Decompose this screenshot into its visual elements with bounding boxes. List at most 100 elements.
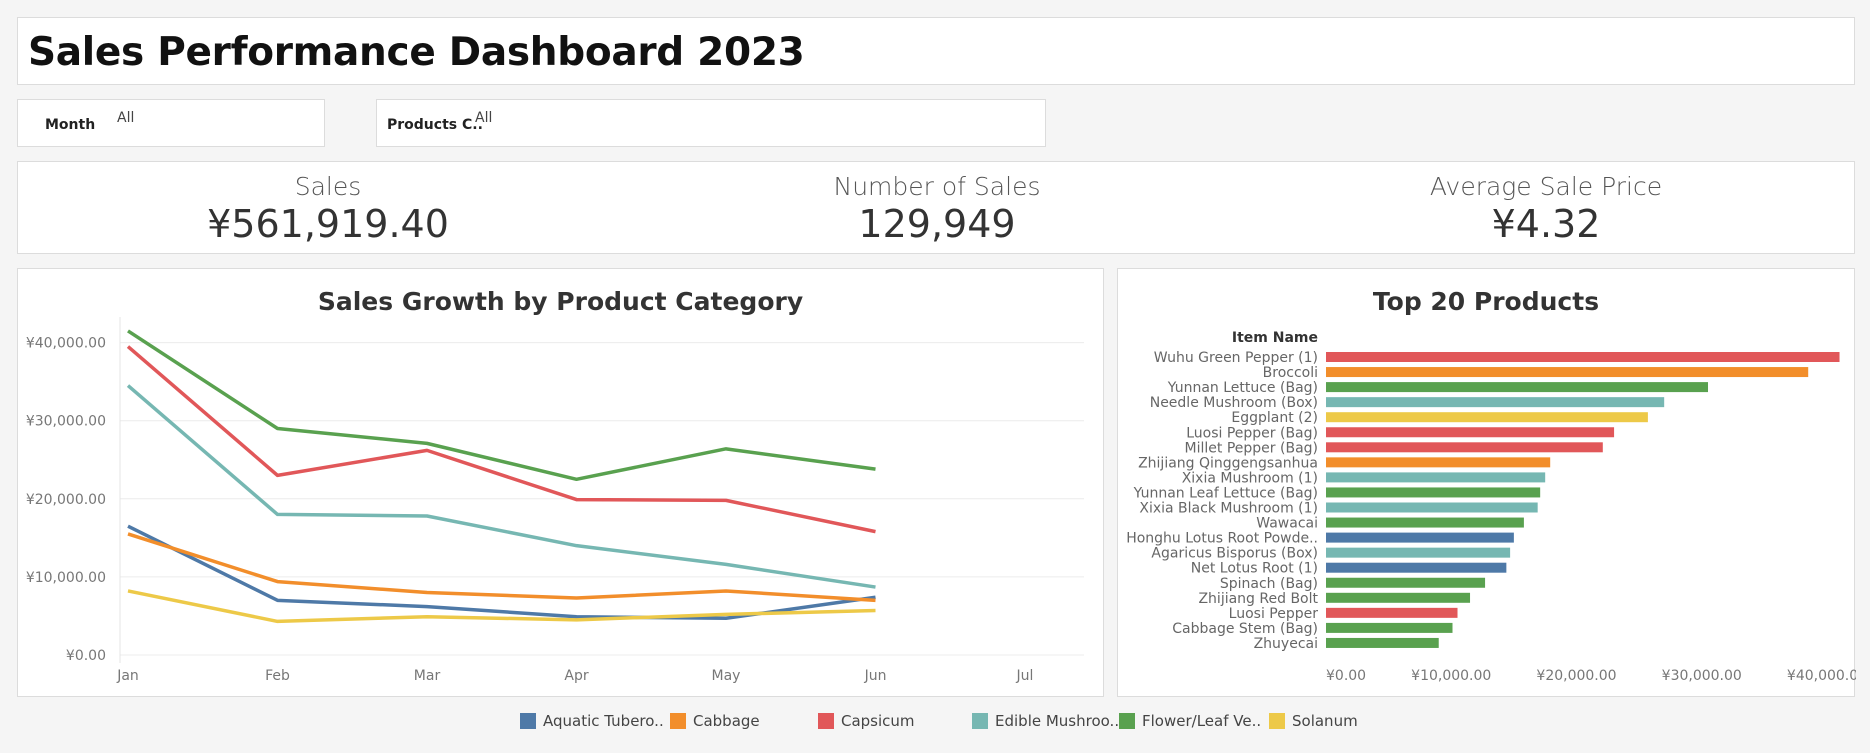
bar-category-label: Zhuyecai xyxy=(1254,636,1318,652)
x-tick-label: May xyxy=(712,668,741,684)
kpi-count: Number of Sales 129,949 xyxy=(727,172,1147,246)
legend-label: Capsicum xyxy=(841,712,915,730)
bar[interactable] xyxy=(1326,592,1471,603)
legend-label: Aquatic Tubero.. xyxy=(543,712,664,730)
legend-swatch xyxy=(1269,713,1285,729)
bar[interactable] xyxy=(1326,382,1709,393)
bar[interactable] xyxy=(1326,427,1615,438)
bar[interactable] xyxy=(1326,637,1439,648)
x-tick-label: Jan xyxy=(116,668,139,684)
bar[interactable] xyxy=(1326,487,1541,498)
x-tick-label: Jul xyxy=(1016,668,1034,684)
bar-category-label: Zhijiang Red Bolt xyxy=(1198,591,1318,607)
products-filter-value[interactable]: All xyxy=(475,110,492,126)
legend-swatch xyxy=(520,713,536,729)
x-tick-label: ¥30,000.00 xyxy=(1662,668,1742,684)
legend-item[interactable]: Solanum xyxy=(1269,712,1358,730)
bar-category-label: Millet Pepper (Bag) xyxy=(1185,440,1318,456)
kpi-avg: Average Sale Price ¥4.32 xyxy=(1336,172,1756,246)
bar[interactable] xyxy=(1326,367,1809,378)
bar-category-label: Agaricus Bisporus (Box) xyxy=(1151,546,1318,562)
bar-category-label: Luosi Pepper (Bag) xyxy=(1186,425,1318,441)
bar-category-label: Spinach (Bag) xyxy=(1220,576,1318,592)
bar[interactable] xyxy=(1326,607,1458,618)
legend-label: Flower/Leaf Ve.. xyxy=(1142,712,1262,730)
bar[interactable] xyxy=(1326,502,1538,513)
bar[interactable] xyxy=(1326,577,1486,588)
bar-chart-panel: Top 20 Products Item Name ¥0.00 ¥10,000.00… xyxy=(1117,268,1856,698)
x-tick-label: Feb xyxy=(265,668,290,684)
bar-category-label: Zhijiang Qinggengsanhua xyxy=(1138,455,1318,471)
bar[interactable] xyxy=(1326,622,1453,633)
legend-swatch xyxy=(1119,713,1135,729)
kpi-panel: Sales ¥561,919.40 Number of Sales 129,94… xyxy=(17,161,1855,254)
kpi-sales-label: Sales xyxy=(294,172,362,201)
legend-label: Cabbage xyxy=(693,712,760,730)
month-filter-label: Month xyxy=(45,117,96,133)
bar[interactable] xyxy=(1326,547,1511,558)
kpi-count-value: 129,949 xyxy=(858,202,1016,246)
legend-item[interactable]: Cabbage xyxy=(670,712,760,730)
x-tick-label: Mar xyxy=(414,668,441,684)
x-tick-label: Apr xyxy=(564,668,588,684)
products-filter-label: Products C.. xyxy=(387,117,483,133)
bar-category-label: Needle Mushroom (Box) xyxy=(1150,395,1318,411)
legend-label: Edible Mushroo.. xyxy=(995,712,1120,730)
x-tick-label: ¥40,000.00 xyxy=(1787,668,1856,684)
kpi-sales-value: ¥561,919.40 xyxy=(207,202,449,246)
bar[interactable] xyxy=(1326,472,1546,483)
y-tick-label: ¥0.00 xyxy=(66,648,106,664)
title-panel: Sales Performance Dashboard 2023 xyxy=(17,17,1855,85)
kpi-count-label: Number of Sales xyxy=(833,172,1041,201)
y-tick-label: ¥20,000.00 xyxy=(26,492,106,508)
bar[interactable] xyxy=(1326,457,1551,468)
bar[interactable] xyxy=(1326,412,1648,423)
bar-category-label: Broccoli xyxy=(1263,365,1318,381)
bar-category-label: Xixia Mushroom (1) xyxy=(1182,470,1318,486)
series-line[interactable] xyxy=(127,524,876,621)
kpi-avg-label: Average Sale Price xyxy=(1429,172,1663,201)
series-line[interactable] xyxy=(126,384,876,589)
series-line[interactable] xyxy=(126,345,876,534)
x-tick-label: ¥10,000.00 xyxy=(1411,668,1491,684)
page-title: Sales Performance Dashboard 2023 xyxy=(28,30,805,75)
bar-category-label: Yunnan Lettuce (Bag) xyxy=(1167,380,1318,396)
x-tick-label: ¥0.00 xyxy=(1326,668,1366,684)
series-line[interactable] xyxy=(127,532,876,603)
bar-category-label: Xixia Black Mushroom (1) xyxy=(1139,501,1318,517)
y-tick-label: ¥30,000.00 xyxy=(26,414,106,430)
bar[interactable] xyxy=(1326,562,1507,573)
month-filter-value[interactable]: All xyxy=(117,110,134,126)
month-filter[interactable]: Month All xyxy=(17,99,325,147)
y-tick-label: ¥10,000.00 xyxy=(26,570,106,586)
legend-swatch xyxy=(818,713,834,729)
legend-item[interactable]: Flower/Leaf Ve.. xyxy=(1119,712,1261,730)
x-tick-label: ¥20,000.00 xyxy=(1536,668,1616,684)
bar-category-label: Yunnan Leaf Lettuce (Bag) xyxy=(1133,485,1318,501)
bar-chart[interactable]: Item Name ¥0.00 ¥10,000.00 ¥20,000.00 ¥30,00… xyxy=(1118,269,1856,698)
products-filter[interactable]: Products C.. All xyxy=(376,99,1046,147)
bar[interactable] xyxy=(1326,442,1603,453)
bar[interactable] xyxy=(1326,352,1840,362)
legend-item[interactable]: Capsicum xyxy=(818,712,915,730)
line-chart[interactable]: ¥0.00 ¥10,000.00 ¥20,000.00 ¥30,000.00 ¥40,0… xyxy=(18,269,1105,698)
bar-category-label: Net Lotus Root (1) xyxy=(1191,561,1318,577)
legend-item[interactable]: Aquatic Tubero.. xyxy=(520,712,664,730)
bar[interactable] xyxy=(1326,532,1514,543)
bar-category-label: Honghu Lotus Root Powde.. xyxy=(1126,531,1318,547)
series-line[interactable] xyxy=(127,329,876,482)
bar-category-label: Eggplant (2) xyxy=(1231,410,1318,426)
y-tick-label: ¥40,000.00 xyxy=(26,336,106,352)
bar-category-label: Wuhu Green Pepper (1) xyxy=(1154,350,1318,366)
bar[interactable] xyxy=(1326,517,1524,528)
category-header: Item Name xyxy=(1232,330,1318,346)
legend-label: Solanum xyxy=(1292,712,1358,730)
color-legend: Aquatic Tubero.. Cabbage Capsicum Edible Mu… xyxy=(0,712,1870,736)
legend-item[interactable]: Edible Mushroo.. xyxy=(972,712,1119,730)
legend-swatch xyxy=(972,713,988,729)
line-chart-panel: Sales Growth by Product Category ¥0.00 ¥1… xyxy=(17,268,1104,697)
kpi-avg-value: ¥4.32 xyxy=(1491,202,1601,246)
bar[interactable] xyxy=(1326,397,1665,408)
x-tick-label: Jun xyxy=(864,668,887,684)
kpi-sales: Sales ¥561,919.40 xyxy=(118,172,538,246)
